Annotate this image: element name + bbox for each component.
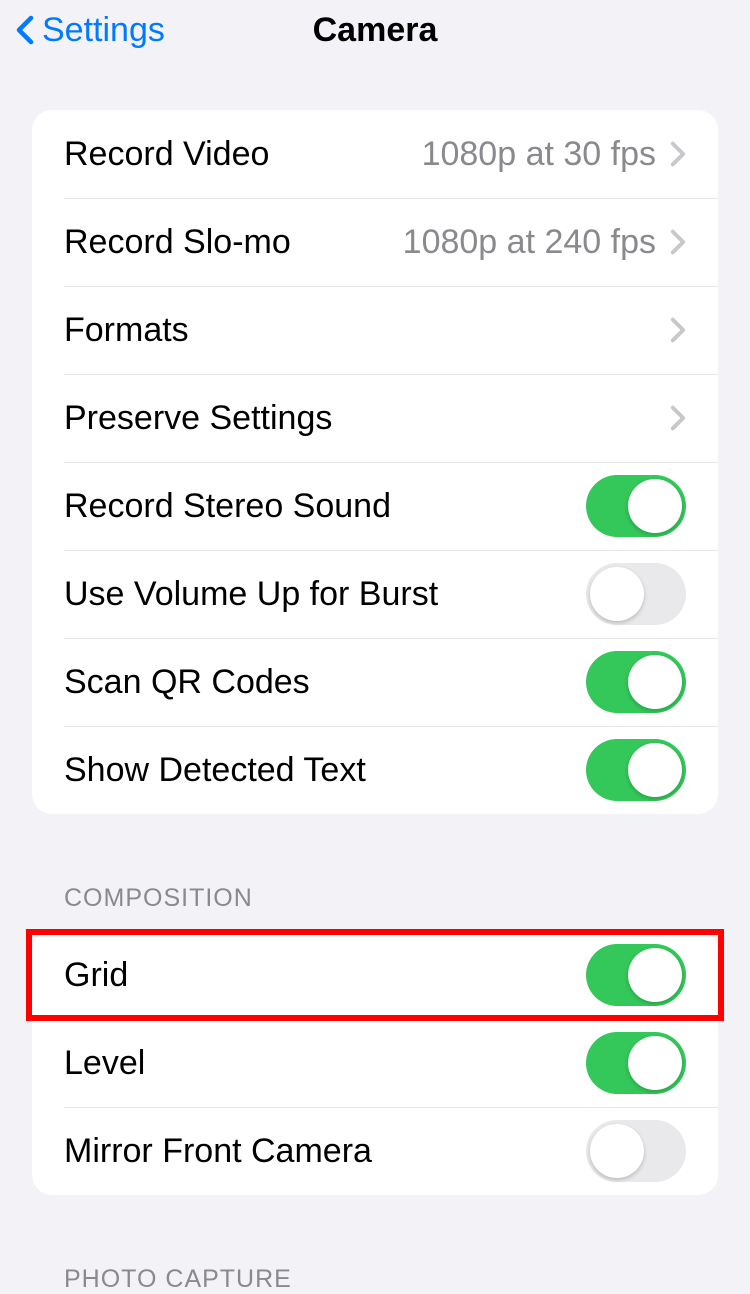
group-header-composition: Composition bbox=[32, 884, 718, 931]
toggle-knob bbox=[590, 567, 644, 621]
settings-group-composition: Grid Level Mirror Front Camera bbox=[32, 931, 718, 1195]
toggle-knob bbox=[628, 479, 682, 533]
row-label: Use Volume Up for Burst bbox=[64, 575, 586, 614]
row-label: Level bbox=[64, 1044, 586, 1083]
toggle-mirror-front-camera[interactable] bbox=[586, 1120, 686, 1182]
settings-group-main: Record Video1080p at 30 fps Record Slo-m… bbox=[32, 110, 718, 814]
row-label: Show Detected Text bbox=[64, 751, 586, 790]
toggle-knob bbox=[628, 655, 682, 709]
row-label: Record Stereo Sound bbox=[64, 487, 586, 526]
row-record-stereo-sound[interactable]: Record Stereo Sound bbox=[32, 462, 718, 550]
back-button[interactable]: Settings bbox=[16, 11, 165, 50]
row-label: Grid bbox=[64, 956, 586, 995]
row-label: Preserve Settings bbox=[64, 399, 670, 438]
content: Record Video1080p at 30 fps Record Slo-m… bbox=[0, 110, 750, 1294]
row-mirror-front-camera[interactable]: Mirror Front Camera bbox=[32, 1107, 718, 1195]
toggle-show-detected-text[interactable] bbox=[586, 739, 686, 801]
back-label: Settings bbox=[42, 11, 165, 50]
toggle-level[interactable] bbox=[586, 1032, 686, 1094]
nav-bar: Settings Camera bbox=[0, 0, 750, 60]
row-value: 1080p at 240 fps bbox=[403, 223, 656, 262]
chevron-right-icon bbox=[670, 141, 686, 167]
row-label: Mirror Front Camera bbox=[64, 1132, 586, 1171]
toggle-scan-qr-codes[interactable] bbox=[586, 651, 686, 713]
row-use-volume-up-burst[interactable]: Use Volume Up for Burst bbox=[32, 550, 718, 638]
page-title: Camera bbox=[313, 11, 438, 50]
row-value: 1080p at 30 fps bbox=[422, 135, 656, 174]
row-label: Formats bbox=[64, 311, 670, 350]
row-record-video[interactable]: Record Video1080p at 30 fps bbox=[32, 110, 718, 198]
toggle-knob bbox=[628, 743, 682, 797]
toggle-knob bbox=[628, 948, 682, 1002]
group-header-photo-capture: Photo Capture bbox=[32, 1265, 718, 1294]
row-show-detected-text[interactable]: Show Detected Text bbox=[32, 726, 718, 814]
row-formats[interactable]: Formats bbox=[32, 286, 718, 374]
toggle-knob bbox=[628, 1036, 682, 1090]
chevron-right-icon bbox=[670, 405, 686, 431]
row-preserve-settings[interactable]: Preserve Settings bbox=[32, 374, 718, 462]
row-grid[interactable]: Grid bbox=[32, 931, 718, 1019]
chevron-left-icon bbox=[16, 15, 34, 45]
row-level[interactable]: Level bbox=[32, 1019, 718, 1107]
toggle-record-stereo-sound[interactable] bbox=[586, 475, 686, 537]
row-label: Record Video bbox=[64, 135, 422, 174]
toggle-grid[interactable] bbox=[586, 944, 686, 1006]
row-scan-qr-codes[interactable]: Scan QR Codes bbox=[32, 638, 718, 726]
toggle-knob bbox=[590, 1124, 644, 1178]
row-record-slomo[interactable]: Record Slo-mo1080p at 240 fps bbox=[32, 198, 718, 286]
row-label: Scan QR Codes bbox=[64, 663, 586, 702]
row-label: Record Slo-mo bbox=[64, 223, 403, 262]
chevron-right-icon bbox=[670, 317, 686, 343]
chevron-right-icon bbox=[670, 229, 686, 255]
toggle-use-volume-up-burst[interactable] bbox=[586, 563, 686, 625]
